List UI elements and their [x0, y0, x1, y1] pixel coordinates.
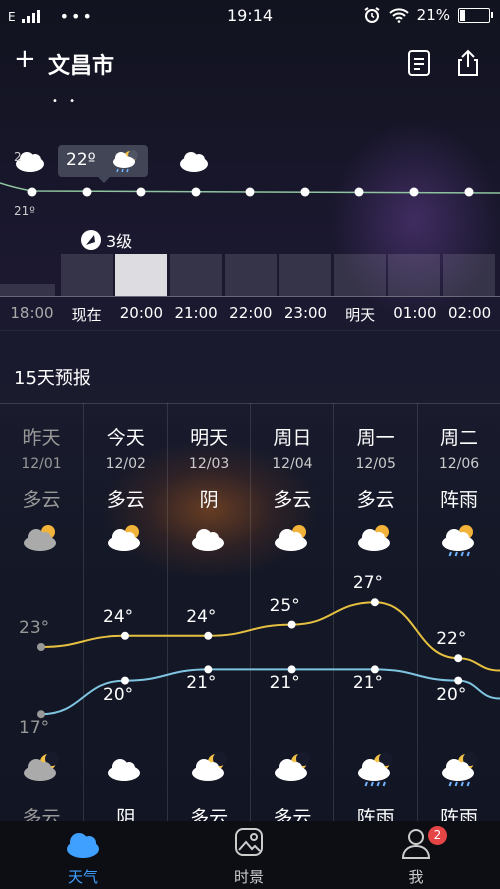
high-temp-point — [204, 631, 213, 640]
low-temp-label: 21° — [269, 673, 300, 694]
high-temp-label: 27° — [352, 573, 384, 594]
person-icon — [401, 829, 431, 859]
image-icon — [235, 828, 263, 856]
high-temp-point — [121, 631, 129, 640]
high-temp-point — [37, 643, 45, 651]
high-temp-label: 25° — [269, 595, 300, 616]
low-temp-label: 21° — [352, 673, 384, 694]
low-temp-point — [370, 665, 379, 674]
high-temp-point — [454, 654, 463, 663]
high-temp-point — [370, 598, 379, 607]
tab-bar: 天气 时景 我 — [0, 821, 500, 889]
low-temp-label: 17° — [19, 718, 50, 739]
low-temp-point — [204, 665, 213, 674]
high-temp-point — [287, 620, 296, 629]
low-temp-label: 21° — [186, 673, 217, 694]
low-temp-point — [121, 676, 129, 685]
tab-scenes[interactable]: 时景 — [189, 821, 309, 889]
high-temp-label: 22° — [436, 629, 467, 650]
tab-weather[interactable]: 天气 — [23, 821, 143, 889]
notification-badge: 2 — [428, 826, 447, 845]
tab-me[interactable]: 我 — [356, 821, 476, 889]
low-temp-label: 20° — [436, 684, 467, 705]
temperature-chart — [37, 598, 500, 719]
low-temp-point — [454, 676, 463, 685]
tab-me-label: 我 — [408, 868, 424, 886]
high-temp-label: 23° — [19, 618, 50, 638]
tab-scenes-label: 时景 — [233, 868, 264, 886]
low-temp-point — [37, 710, 45, 719]
weather-cloud-icon — [67, 833, 99, 858]
high-temp-label: 24° — [186, 606, 217, 627]
low-temp-label: 20° — [103, 684, 134, 705]
low-temp-point — [287, 665, 296, 674]
tab-weather-label: 天气 — [67, 868, 98, 886]
high-temp-label: 24° — [103, 606, 134, 627]
